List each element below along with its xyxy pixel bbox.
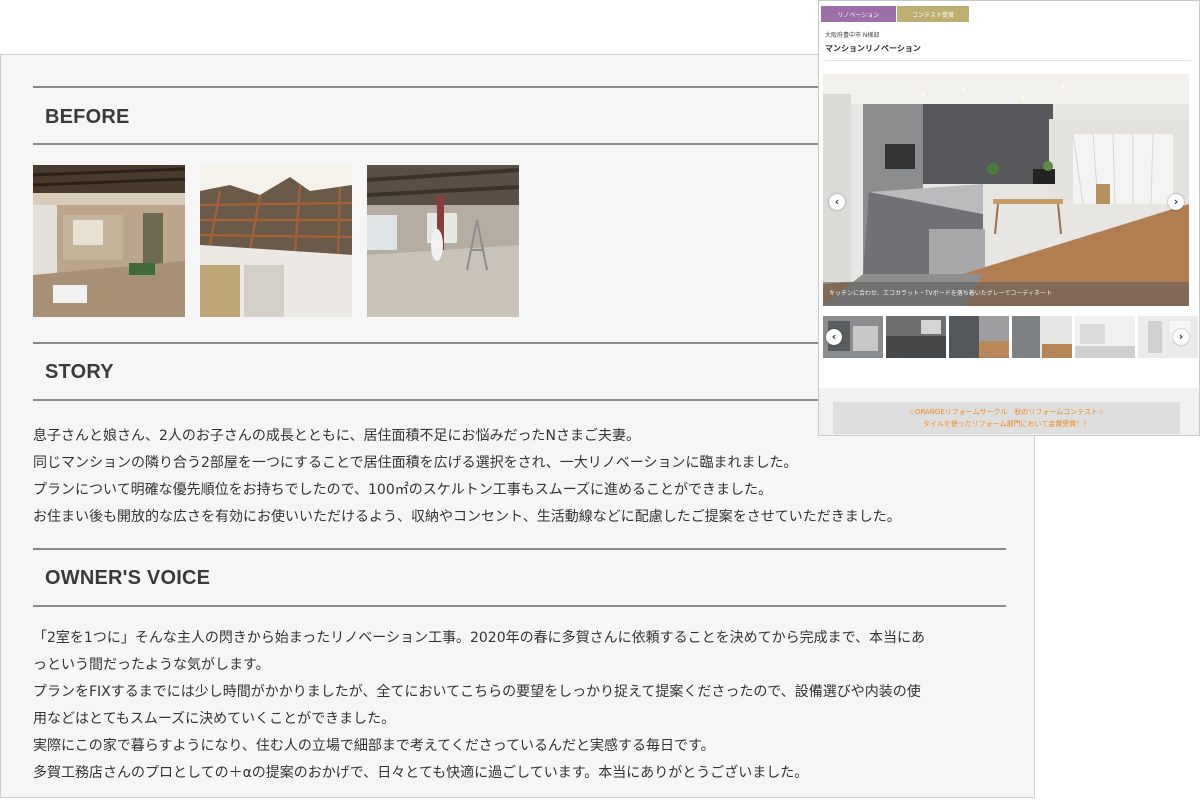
voice-line: っという間だったような気がします。 <box>33 657 270 673</box>
before-photo-2[interactable] <box>200 165 352 317</box>
contest-tag[interactable]: コンテスト受賞 <box>897 6 969 22</box>
thumbnail-2[interactable] <box>886 316 946 358</box>
owners-voice-heading: OWNER'S VOICE <box>45 567 211 589</box>
story-line: 同じマンションの隣り合う2部屋を一つにすることで居住面積を広げる選択をされ、一大… <box>33 455 798 471</box>
voice-line: 用などはとてもスムーズに決めていくことができました。 <box>33 711 396 727</box>
thumbnail-3[interactable] <box>949 316 1009 358</box>
story-line: プランについて明確な優先順位をお持ちでしたので、100㎡のスケルトン工事もスムー… <box>33 482 773 498</box>
thumbnail-4[interactable] <box>1012 316 1072 358</box>
chevron-left-icon[interactable]: ‹ <box>826 329 842 345</box>
story-heading: STORY <box>45 361 114 383</box>
renovation-tag[interactable]: リノベーション <box>821 6 896 22</box>
chevron-right-icon[interactable]: › <box>1173 329 1189 345</box>
divider <box>33 605 1006 607</box>
renovation-tag-label: リノベーション <box>837 11 880 19</box>
contest-tag-label: コンテスト受賞 <box>911 11 954 19</box>
owners-voice-text: 「2室を1つに」そんな主人の閃きから始まったリノベーション工事。2020年の春に… <box>33 625 1013 787</box>
thumbnail-6[interactable] <box>1138 316 1198 358</box>
before-photo-1[interactable] <box>33 165 185 317</box>
story-text: 息子さんと娘さん、2人のお子さんの成長とともに、居住面積不足にお悩みだったNさま… <box>33 423 1013 531</box>
image-caption: キッチンに合わせ、エコカラット・TVボードを落ち着いたグレーでコーディネート <box>823 282 1189 306</box>
project-location: 大阪府豊中市 N様邸 <box>825 32 880 39</box>
thumbnail-5[interactable] <box>1075 316 1135 358</box>
main-slideshow-image[interactable]: キッチンに合わせ、エコカラット・TVボードを落ち着いたグレーでコーディネート <box>823 74 1189 306</box>
voice-line: プランをFIXするまでには少し時間がかかりましたが、全てにおいてこちらの要望をし… <box>33 684 921 700</box>
voice-line: 実際にこの家で暮らすようになり、住む人の立場で細部まで考えてくださっているんだと… <box>33 738 715 754</box>
project-title: マンションリノベーション <box>825 44 921 53</box>
chevron-right-icon[interactable]: › <box>1168 194 1184 210</box>
voice-line: 「2室を1つに」そんな主人の閃きから始まったリノベーション工事。2020年の春に… <box>33 630 926 646</box>
divider <box>33 548 1006 550</box>
before-photo-3[interactable] <box>367 165 519 317</box>
divider <box>825 60 1191 61</box>
chevron-left-icon[interactable]: ‹ <box>829 194 845 210</box>
before-heading: BEFORE <box>45 106 130 128</box>
voice-line: 多賀工務店さんのプロとしての＋αの提案のおかげで、日々とても快適に過ごしています… <box>33 765 809 781</box>
award-banner: ☆ORANGEリフォームサークル 秋のリフォームコンテスト☆ タイルを使ったリフ… <box>833 402 1180 434</box>
story-line: お住まい後も開放的な広さを有効にお使いいただけるよう、収納やコンセント、生活動線… <box>33 509 901 525</box>
award-line: ☆ORANGEリフォームサークル 秋のリフォームコンテスト☆ <box>908 408 1105 416</box>
project-card: リノベーション コンテスト受賞 大阪府豊中市 N様邸 マンションリノベーション <box>818 0 1200 436</box>
award-line: タイルを使ったリフォーム部門において金賞受賞！！ <box>922 420 1091 428</box>
